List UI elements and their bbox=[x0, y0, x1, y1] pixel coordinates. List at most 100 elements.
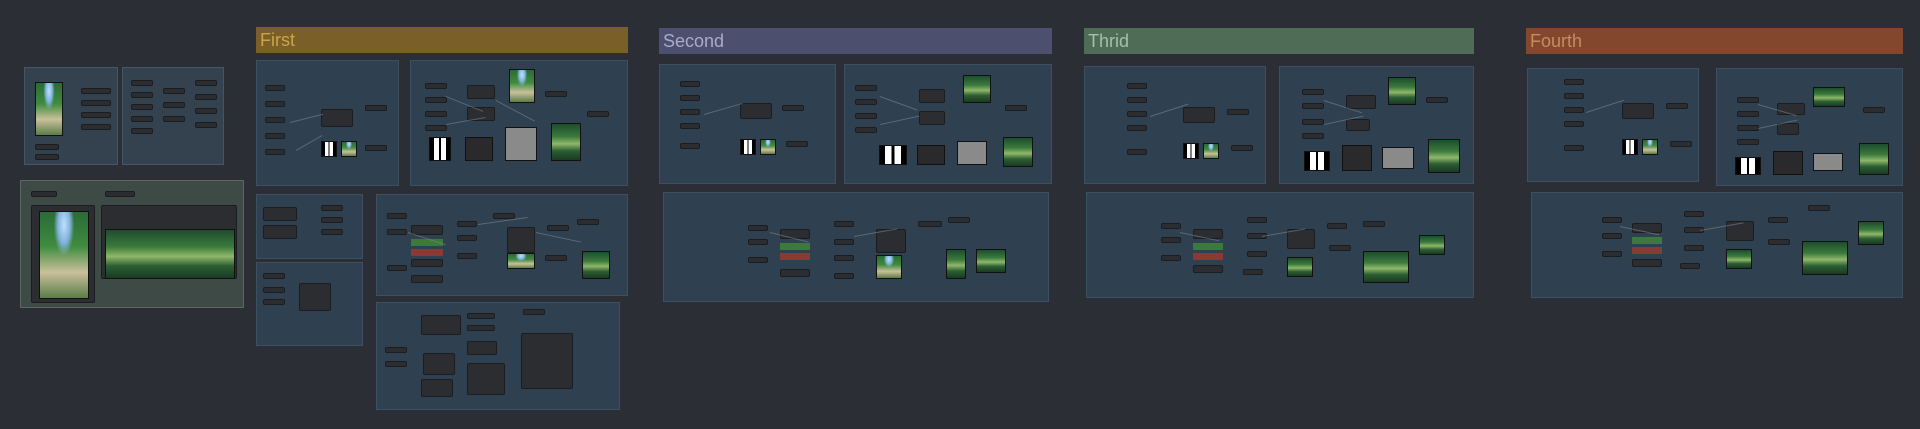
conditioning-node[interactable] bbox=[411, 259, 443, 267]
ksampler-node[interactable] bbox=[876, 229, 906, 253]
group-first-sampler[interactable] bbox=[376, 194, 628, 296]
group-second-pipeline[interactable] bbox=[844, 64, 1052, 184]
node-widget[interactable] bbox=[387, 229, 407, 235]
node-widget[interactable] bbox=[425, 125, 447, 131]
node-widget[interactable] bbox=[263, 299, 285, 305]
node-header-widget[interactable] bbox=[105, 191, 135, 197]
processing-node[interactable] bbox=[1777, 123, 1799, 135]
group-title-thrid[interactable]: Thrid bbox=[1084, 28, 1474, 54]
node-widget[interactable] bbox=[163, 88, 185, 94]
positive-prompt-node[interactable] bbox=[1193, 243, 1223, 250]
node-widget[interactable] bbox=[263, 273, 285, 279]
node-widget[interactable] bbox=[1161, 237, 1181, 243]
node-widget[interactable] bbox=[1329, 245, 1351, 251]
node-widget[interactable] bbox=[425, 97, 447, 103]
node-widget[interactable] bbox=[1680, 263, 1700, 269]
node-widget[interactable] bbox=[1684, 245, 1704, 251]
node-widget[interactable] bbox=[587, 111, 609, 117]
node-widget[interactable] bbox=[263, 287, 285, 293]
node-widget[interactable] bbox=[918, 221, 942, 227]
node-widget[interactable] bbox=[195, 80, 217, 86]
detail-node[interactable] bbox=[467, 363, 505, 395]
node-output-slot[interactable] bbox=[81, 88, 111, 94]
node-widget[interactable] bbox=[834, 255, 854, 261]
node-widget[interactable] bbox=[680, 109, 700, 115]
node-widget[interactable] bbox=[577, 219, 599, 225]
node-widget[interactable] bbox=[834, 273, 854, 279]
ksampler-node[interactable] bbox=[507, 227, 535, 253]
node-widget[interactable] bbox=[425, 83, 447, 89]
node-widget[interactable] bbox=[425, 111, 447, 117]
node-widget[interactable] bbox=[321, 205, 343, 211]
aux-node[interactable] bbox=[263, 207, 297, 221]
node-widget[interactable] bbox=[365, 105, 387, 111]
node-output-slot[interactable] bbox=[81, 112, 111, 118]
node-widget[interactable] bbox=[163, 102, 185, 108]
node-widget[interactable] bbox=[748, 239, 768, 245]
node-widget[interactable] bbox=[1602, 217, 1622, 223]
node-widget[interactable] bbox=[387, 213, 407, 219]
node-widget[interactable] bbox=[855, 85, 877, 91]
node-widget[interactable] bbox=[35, 144, 59, 150]
node-widget[interactable] bbox=[131, 116, 153, 122]
node-widget[interactable] bbox=[35, 154, 59, 160]
node-widget[interactable] bbox=[265, 101, 285, 107]
detail-preview-node[interactable] bbox=[521, 333, 573, 389]
node-widget[interactable] bbox=[265, 133, 285, 139]
pad-image-node[interactable] bbox=[321, 109, 353, 127]
node-widget[interactable] bbox=[1666, 103, 1688, 109]
node-widget[interactable] bbox=[1127, 111, 1147, 117]
group-thrid-sampler[interactable] bbox=[1086, 192, 1474, 298]
node-widget[interactable] bbox=[1670, 141, 1692, 147]
detail-node[interactable] bbox=[421, 315, 461, 335]
node-widget[interactable] bbox=[493, 213, 515, 219]
pad-image-node[interactable] bbox=[740, 103, 772, 119]
node-widget[interactable] bbox=[834, 221, 854, 227]
node-widget[interactable] bbox=[748, 257, 768, 263]
group-first-settings[interactable] bbox=[256, 60, 399, 186]
detail-node[interactable] bbox=[421, 379, 453, 397]
processing-node[interactable] bbox=[919, 89, 945, 103]
node-widget[interactable] bbox=[265, 117, 285, 123]
node-canvas[interactable]: First Second Thrid Fourth bbox=[0, 0, 1920, 429]
node-widget[interactable] bbox=[385, 347, 407, 353]
node-widget[interactable] bbox=[680, 123, 700, 129]
node-widget[interactable] bbox=[385, 361, 407, 367]
node-widget[interactable] bbox=[1302, 133, 1324, 139]
node-widget[interactable] bbox=[1161, 223, 1181, 229]
node-widget[interactable] bbox=[547, 225, 569, 231]
node-widget[interactable] bbox=[1768, 239, 1790, 245]
node-widget[interactable] bbox=[680, 143, 700, 149]
node-widget[interactable] bbox=[1768, 217, 1788, 223]
group-thrid-settings[interactable] bbox=[1084, 66, 1266, 184]
pad-image-node[interactable] bbox=[1622, 103, 1654, 119]
node-widget[interactable] bbox=[195, 108, 217, 114]
node-widget[interactable] bbox=[545, 91, 567, 97]
node-widget[interactable] bbox=[1737, 111, 1759, 117]
group-fourth-settings[interactable] bbox=[1527, 68, 1699, 182]
node-widget[interactable] bbox=[1302, 89, 1324, 95]
node-output-slot[interactable] bbox=[81, 100, 111, 106]
pad-image-node[interactable] bbox=[1183, 107, 1215, 123]
group-title-fourth[interactable]: Fourth bbox=[1526, 28, 1903, 54]
node-widget[interactable] bbox=[1327, 223, 1347, 229]
node-widget[interactable] bbox=[1227, 109, 1249, 115]
node-widget[interactable] bbox=[1247, 251, 1267, 257]
node-widget[interactable] bbox=[321, 229, 343, 235]
node-widget[interactable] bbox=[1127, 97, 1147, 103]
group-second-settings[interactable] bbox=[659, 64, 836, 184]
group-title-first[interactable]: First bbox=[256, 27, 628, 53]
node-header-widget[interactable] bbox=[31, 191, 57, 197]
node-widget[interactable] bbox=[467, 313, 495, 319]
negative-prompt-node[interactable] bbox=[411, 249, 443, 256]
node-widget[interactable] bbox=[1737, 125, 1759, 131]
load-image-node[interactable] bbox=[24, 67, 118, 165]
node-widget[interactable] bbox=[948, 217, 970, 223]
node-widget[interactable] bbox=[834, 239, 854, 245]
node-widget[interactable] bbox=[131, 80, 153, 86]
node-widget[interactable] bbox=[131, 92, 153, 98]
group-title-second[interactable]: Second bbox=[659, 28, 1052, 54]
node-widget[interactable] bbox=[786, 141, 808, 147]
node-widget[interactable] bbox=[680, 81, 700, 87]
conditioning-node[interactable] bbox=[411, 275, 443, 283]
